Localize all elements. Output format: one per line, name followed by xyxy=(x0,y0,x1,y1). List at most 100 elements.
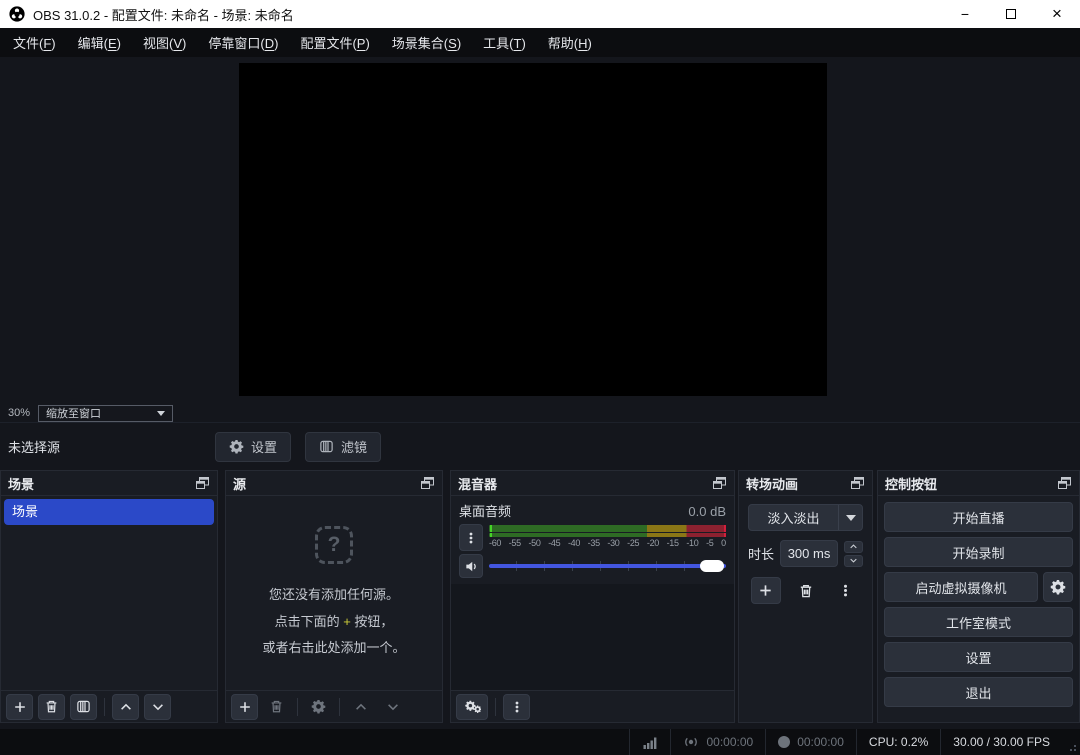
scenes-panel: 场景 场景 xyxy=(0,470,218,723)
chevron-down-icon xyxy=(151,700,165,714)
sources-empty-line1: 您还没有添加任何源。 xyxy=(269,584,399,607)
menu-file[interactable]: 文件(F) xyxy=(3,33,66,52)
volume-meter-left xyxy=(489,525,726,532)
kebab-icon xyxy=(838,583,853,598)
advanced-audio-button[interactable] xyxy=(456,694,488,720)
scene-move-up-button[interactable] xyxy=(112,694,139,720)
remove-source-button[interactable] xyxy=(263,694,290,720)
toolbar-separator xyxy=(104,698,105,716)
remove-scene-button[interactable] xyxy=(38,694,65,720)
fps-indicator: 30.00 / 30.00 FPS xyxy=(941,729,1062,755)
sources-panel-title: 源 xyxy=(233,474,246,493)
add-scene-button[interactable] xyxy=(6,694,33,720)
gear-icon xyxy=(1050,579,1066,595)
selected-source-bar: 未选择源 设置 滤镜 xyxy=(0,422,1080,470)
mixer-options-button[interactable] xyxy=(503,694,530,720)
scene-move-down-button[interactable] xyxy=(144,694,171,720)
maximize-icon[interactable] xyxy=(988,0,1034,28)
chevron-down-icon xyxy=(849,556,858,565)
source-properties-button[interactable]: 设置 xyxy=(215,432,291,462)
menu-docks[interactable]: 停靠窗口(D) xyxy=(198,33,288,52)
popout-icon[interactable] xyxy=(850,477,865,490)
close-icon[interactable]: × xyxy=(1034,0,1080,28)
volume-slider-handle[interactable] xyxy=(700,560,724,572)
audio-level-db: 0.0 dB xyxy=(688,504,726,519)
meter-scale: -60-55-50-45-40-35-30-25-20-15-10-50 xyxy=(489,538,726,548)
sources-empty-line2: 点击下面的 + 按钮， xyxy=(275,611,394,634)
duration-label: 时长 xyxy=(748,544,774,563)
transitions-panel: 转场动画 淡入淡出 时长 300 ms xyxy=(738,470,873,723)
start-virtual-camera-button[interactable]: 启动虚拟摄像机 xyxy=(884,572,1038,602)
source-properties-button[interactable] xyxy=(305,694,332,720)
duration-input[interactable]: 300 ms xyxy=(780,540,838,567)
zoom-mode-value: 缩放至窗口 xyxy=(46,405,101,421)
menu-tools[interactable]: 工具(T) xyxy=(473,33,536,52)
menu-profile[interactable]: 配置文件(P) xyxy=(290,33,379,52)
resize-grip[interactable] xyxy=(1062,729,1080,755)
cpu-usage: CPU: 0.2% xyxy=(857,729,940,755)
kebab-icon xyxy=(510,700,524,714)
titlebar: OBS 31.0.2 - 配置文件: 未命名 - 场景: 未命名 − × xyxy=(0,0,1080,28)
transitions-panel-title: 转场动画 xyxy=(746,474,798,493)
transition-select[interactable]: 淡入淡出 xyxy=(748,504,863,531)
trash-icon xyxy=(44,699,59,714)
desktop-audio-strip: 桌面音频 0.0 dB -60-55-50-45-40-35-30-25-20-… xyxy=(451,496,734,578)
scene-list: 场景 xyxy=(1,496,217,528)
gear-icon xyxy=(311,699,326,714)
broadcast-icon xyxy=(683,734,699,750)
start-recording-button[interactable]: 开始录制 xyxy=(884,537,1073,567)
toolbar-separator xyxy=(339,698,340,716)
controls-panel-title: 控制按钮 xyxy=(885,474,937,493)
menu-help[interactable]: 帮助(H) xyxy=(538,33,602,52)
volume-meter-right xyxy=(489,533,726,537)
mixer-scroll-area xyxy=(451,584,734,690)
double-gear-icon xyxy=(464,699,481,714)
toolbar-separator xyxy=(297,698,298,716)
minimize-icon[interactable]: − xyxy=(942,0,988,28)
chevron-up-icon xyxy=(119,700,133,714)
popout-icon[interactable] xyxy=(712,477,727,490)
settings-button[interactable]: 设置 xyxy=(884,642,1073,672)
audio-mixer-panel: 混音器 桌面音频 0.0 dB -60-55-50-45-40-35-30-25… xyxy=(450,470,735,723)
start-streaming-button[interactable]: 开始直播 xyxy=(884,502,1073,532)
controls-panel: 控制按钮 开始直播 开始录制 启动虚拟摄像机 工作室模式 设置 退出 xyxy=(877,470,1080,723)
add-source-button[interactable] xyxy=(231,694,258,720)
sources-toolbar xyxy=(226,690,442,722)
menu-scene-collection[interactable]: 场景集合(S) xyxy=(382,33,471,52)
exit-button[interactable]: 退出 xyxy=(884,677,1073,707)
chevron-down-icon xyxy=(386,700,400,714)
add-transition-button[interactable] xyxy=(751,577,781,604)
obs-logo-icon xyxy=(9,6,25,22)
scene-filters-button[interactable] xyxy=(70,694,97,720)
studio-mode-button[interactable]: 工作室模式 xyxy=(884,607,1073,637)
popout-icon[interactable] xyxy=(420,477,435,490)
volume-slider[interactable] xyxy=(489,559,726,573)
duration-increase-button[interactable] xyxy=(844,541,863,553)
filter-icon xyxy=(76,699,91,714)
speaker-icon xyxy=(464,559,479,574)
preview-canvas[interactable] xyxy=(239,63,827,396)
scene-list-item[interactable]: 场景 xyxy=(4,499,214,525)
scenes-toolbar xyxy=(1,690,217,722)
sources-panel: 源 ? 您还没有添加任何源。 点击下面的 + 按钮， 或者右击此处添加一个。 xyxy=(225,470,443,723)
popout-icon[interactable] xyxy=(195,477,210,490)
mute-button[interactable] xyxy=(459,554,483,578)
transition-options-button[interactable] xyxy=(831,577,861,604)
audio-options-button[interactable] xyxy=(459,524,483,551)
menu-view[interactable]: 视图(V) xyxy=(133,33,196,52)
remove-transition-button[interactable] xyxy=(791,577,821,604)
stream-timer: 00:00:00 xyxy=(671,729,765,755)
menu-edit[interactable]: 编辑(E) xyxy=(68,33,131,52)
kebab-icon xyxy=(464,531,478,545)
chevron-down-icon xyxy=(157,411,165,416)
zoom-mode-dropdown[interactable]: 缩放至窗口 xyxy=(38,405,173,422)
source-filters-button[interactable]: 滤镜 xyxy=(305,432,381,462)
duration-decrease-button[interactable] xyxy=(844,555,863,567)
toolbar-separator xyxy=(495,698,496,716)
source-move-down-button[interactable] xyxy=(379,694,406,720)
question-mark-icon: ? xyxy=(315,526,353,564)
docks: 场景 场景 源 ? 您还没有添加任何源。 点击下面的 + 按钮， xyxy=(0,470,1080,723)
virtual-camera-settings-button[interactable] xyxy=(1043,572,1073,602)
popout-icon[interactable] xyxy=(1057,477,1072,490)
source-move-up-button[interactable] xyxy=(347,694,374,720)
